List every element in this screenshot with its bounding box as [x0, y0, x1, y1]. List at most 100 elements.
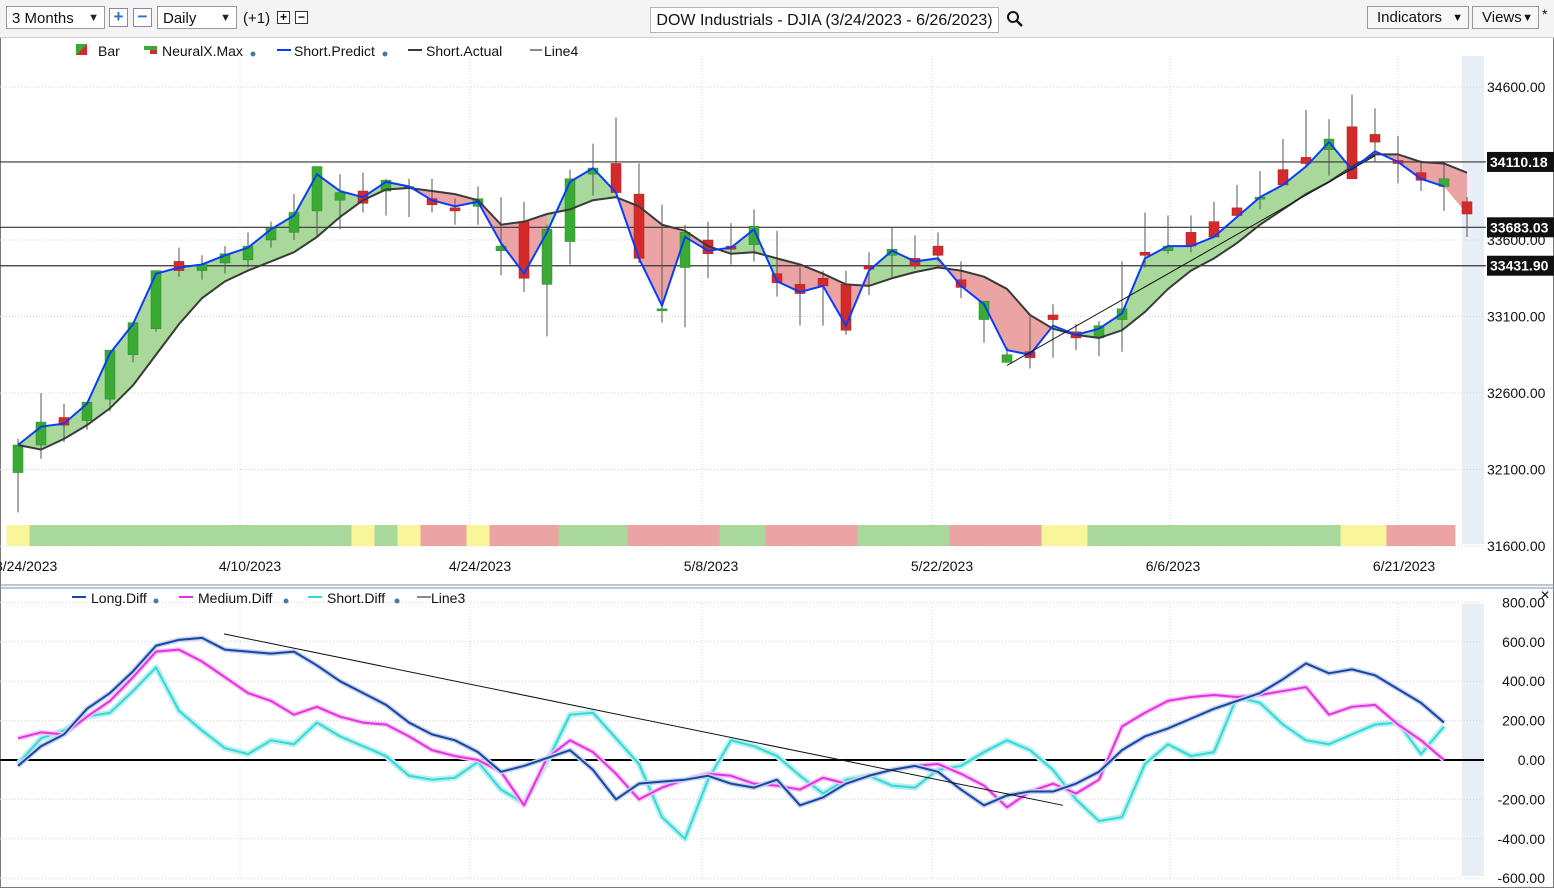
- date-axis-label: 5/22/2023: [911, 558, 973, 574]
- signal-strip-cell: [1202, 525, 1226, 546]
- legend-dot-icon: [382, 51, 388, 57]
- date-axis-label: 3/24/2023: [0, 558, 57, 574]
- signal-strip-cell: [857, 525, 881, 546]
- candle-body: [1001, 354, 1013, 363]
- price-axis-label: 32100.00: [1487, 462, 1546, 478]
- legend-dot-icon: [283, 598, 289, 604]
- candle-body: [334, 192, 346, 201]
- price-axis-label: 31600.00: [1487, 538, 1546, 554]
- date-axis-label: 6/6/2023: [1146, 558, 1201, 574]
- price-flag-label: 33683.03: [1490, 219, 1549, 235]
- signal-strip-cell: [351, 525, 375, 546]
- long-diff-line: [17, 636, 1445, 807]
- signal-strip-cell: [1363, 525, 1387, 546]
- legend-dot-icon: [394, 598, 400, 604]
- signal-strip-cell: [1225, 525, 1249, 546]
- signal-strip-cell: [811, 525, 835, 546]
- price-flag-label: 34110.18: [1490, 154, 1548, 170]
- signal-strip-cell: [949, 525, 973, 546]
- diff-axis-label: 200.00: [1502, 713, 1545, 729]
- signal-strip-cell: [443, 525, 467, 546]
- short-diff-line: [17, 666, 1445, 840]
- price-flag-label: 33431.90: [1490, 258, 1549, 274]
- legend-line4: Line4: [544, 43, 578, 59]
- signal-strip-cell: [29, 525, 53, 546]
- signal-strip-cell: [1133, 525, 1157, 546]
- signal-strip-cell: [972, 525, 996, 546]
- date-axis-label: 4/10/2023: [219, 558, 281, 574]
- diff-legend-label: Long.Diff: [91, 590, 147, 606]
- signal-strip-cell: [1294, 525, 1318, 546]
- legend-neuralx: NeuralX.Max: [162, 43, 243, 59]
- short-predict-line: [17, 140, 1445, 446]
- diff-axis-label: 800.00: [1502, 594, 1545, 610]
- candle-body: [449, 207, 461, 212]
- signal-strip-cell: [696, 525, 720, 546]
- signal-strip-cell: [489, 525, 513, 546]
- signal-strip-cell: [926, 525, 950, 546]
- chart-canvas[interactable]: 34600.0033600.0033100.0032600.0032100.00…: [0, 0, 1554, 888]
- signal-strip-cell: [98, 525, 122, 546]
- candle-body: [1369, 134, 1381, 143]
- prediction-band-segment: [1007, 288, 1030, 355]
- signal-strip-cell: [259, 525, 283, 546]
- short-diff-glow: [15, 664, 1447, 842]
- prediction-band-segment: [1237, 197, 1260, 244]
- signal-strip-cell: [1087, 525, 1111, 546]
- price-axis-label: 33100.00: [1487, 309, 1546, 325]
- legend-bar: Bar: [98, 43, 120, 59]
- signal-strip-cell: [1156, 525, 1180, 546]
- candle-body: [12, 444, 24, 473]
- signal-strip-cell: [1386, 525, 1410, 546]
- candle-body: [1047, 314, 1059, 320]
- diff-axis-label: 0.00: [1518, 752, 1545, 768]
- legend-dot-icon: [250, 51, 256, 57]
- diff-axis-label: -400.00: [1498, 831, 1546, 847]
- price-trendline: [1006, 155, 1376, 366]
- signal-strip-cell: [650, 525, 674, 546]
- candle-body: [817, 278, 829, 287]
- signal-strip-cell: [995, 525, 1019, 546]
- signal-strip-cell: [880, 525, 904, 546]
- legend-short-predict: Short.Predict: [294, 43, 375, 59]
- signal-strip-cell: [581, 525, 605, 546]
- signal-strip-cell: [397, 525, 421, 546]
- signal-strip-cell: [282, 525, 306, 546]
- close-pane-icon: ✕: [1540, 588, 1550, 602]
- signal-strip-cell: [374, 525, 398, 546]
- signal-strip-cell: [236, 525, 260, 546]
- signal-strip-cell: [558, 525, 582, 546]
- candle-body: [104, 349, 116, 400]
- candle-body: [932, 245, 944, 256]
- signal-strip-cell: [604, 525, 628, 546]
- signal-strip-cell: [1179, 525, 1203, 546]
- diff-legend-label: Medium.Diff: [198, 590, 273, 606]
- signal-strip-cell: [420, 525, 444, 546]
- signal-strip-cell: [1041, 525, 1065, 546]
- signal-strip-cell: [190, 525, 214, 546]
- signal-strip-cell: [719, 525, 743, 546]
- signal-strip-cell: [328, 525, 352, 546]
- diff-legend-label: Short.Diff: [327, 590, 385, 606]
- signal-strip-cell: [305, 525, 329, 546]
- signal-strip-cell: [144, 525, 168, 546]
- signal-strip-cell: [903, 525, 927, 546]
- signal-strip-cell: [1018, 525, 1042, 546]
- signal-strip-cell: [213, 525, 237, 546]
- signal-strip-cell: [52, 525, 76, 546]
- diff-axis-label: -200.00: [1498, 791, 1546, 807]
- diff-axis-label: 600.00: [1502, 634, 1545, 650]
- signal-strip-cell: [1248, 525, 1272, 546]
- signal-strip-cell: [167, 525, 191, 546]
- signal-strip-cell: [742, 525, 766, 546]
- signal-strip-cell: [1340, 525, 1364, 546]
- signal-strip-cell: [834, 525, 858, 546]
- signal-strip-cell: [1317, 525, 1341, 546]
- signal-strip-cell: [121, 525, 145, 546]
- candle-body: [656, 308, 668, 312]
- signal-strip-cell: [673, 525, 697, 546]
- signal-strip-cell: [1110, 525, 1134, 546]
- prediction-band-segment: [179, 264, 202, 325]
- diff-axis-label: -600.00: [1498, 870, 1546, 886]
- legend-dot-icon: [153, 598, 159, 604]
